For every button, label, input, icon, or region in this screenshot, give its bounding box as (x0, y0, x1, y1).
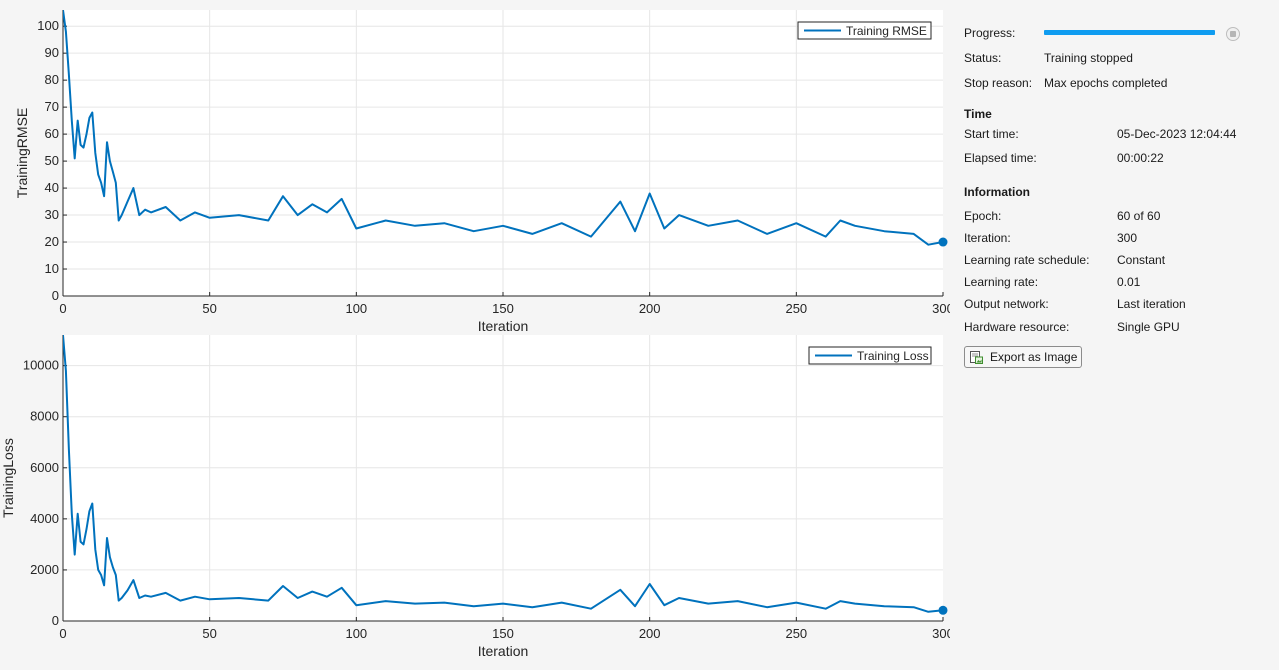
rmse-x-axis-label: Iteration (478, 318, 529, 334)
rmse-y-tick-label: 50 (45, 153, 59, 168)
loss-x-tick-label: 250 (785, 626, 807, 641)
rmse-series-end-marker (938, 237, 948, 247)
stop-reason-value: Max epochs completed (1044, 76, 1168, 90)
start-time-value: 05-Dec-2023 12:04:44 (1117, 127, 1237, 141)
rmse-y-tick-label: 80 (45, 72, 59, 87)
loss-x-tick-label: 100 (345, 626, 367, 641)
lr-schedule-value: Constant (1117, 253, 1166, 267)
stop-icon (1230, 31, 1236, 37)
loss-series-end-marker (938, 605, 948, 615)
rmse-x-tick-label: 50 (202, 301, 216, 316)
status-label: Status: (964, 51, 1002, 65)
progress-bar-fill (1044, 30, 1215, 35)
start-time-label: Start time: (964, 127, 1019, 141)
learning-rate-value: 0.01 (1117, 275, 1141, 289)
stop-reason-label: Stop reason: (964, 76, 1033, 90)
stop-training-button[interactable] (1226, 27, 1240, 41)
rmse-y-tick-label: 20 (45, 234, 59, 249)
loss-chart: 0 2000 4000 6000 8000 10000 0 50 100 150 200 250 300… (0, 335, 950, 659)
rmse-x-tick-label: 150 (492, 301, 514, 316)
output-network-value: Last iteration (1117, 297, 1186, 311)
hardware-resource-label: Hardware resource: (964, 320, 1070, 334)
rmse-y-tick-label: 70 (45, 99, 59, 114)
lr-schedule-label: Learning rate schedule: (964, 253, 1090, 267)
loss-x-tick-label: 200 (639, 626, 661, 641)
rmse-x-tick-label: 100 (345, 301, 367, 316)
info-panel: Progress: Status: Training stopped Stop … (964, 0, 1269, 670)
loss-y-tick-label: 0 (52, 613, 59, 628)
iteration-value: 300 (1117, 231, 1138, 245)
loss-y-tick-label: 4000 (30, 511, 59, 526)
learning-rate-label: Learning rate: (964, 275, 1039, 289)
output-network-label: Output network: (964, 297, 1049, 311)
loss-y-tick-label: 10000 (23, 358, 59, 373)
time-section-title: Time (964, 107, 992, 121)
rmse-x-tick-label: 0 (59, 301, 66, 316)
rmse-y-tick-label: 10 (45, 261, 59, 276)
rmse-y-axis-label: TrainingRMSE (14, 108, 30, 199)
loss-y-tick-label: 2000 (30, 562, 59, 577)
epoch-label: Epoch: (964, 209, 1002, 223)
loss-x-tick-label: 0 (59, 626, 66, 641)
plot-area: 0 10 20 30 40 50 60 70 80 90 100 0 50 100 150 200 250 300… (0, 0, 950, 670)
rmse-legend-label: Training RMSE (846, 24, 927, 38)
rmse-x-tick-label: 250 (785, 301, 807, 316)
progress-label: Progress: (964, 26, 1016, 40)
rmse-y-tick-label: 90 (45, 45, 59, 60)
elapsed-time-value: 00:00:22 (1117, 151, 1164, 165)
loss-x-axis-label: Iteration (478, 643, 529, 659)
rmse-y-tick-label: 0 (52, 288, 59, 303)
loss-y-tick-label: 8000 (30, 409, 59, 424)
export-as-image-button[interactable]: Export as Image (964, 346, 1082, 368)
elapsed-time-label: Elapsed time: (964, 151, 1037, 165)
rmse-y-tick-label: 100 (37, 18, 59, 33)
progress-bar (1044, 30, 1215, 35)
epoch-value: 60 of 60 (1117, 209, 1161, 223)
rmse-x-tick-label: 200 (639, 301, 661, 316)
loss-y-tick-label: 6000 (30, 460, 59, 475)
export-image-icon (970, 351, 983, 364)
hardware-resource-value: Single GPU (1117, 320, 1180, 334)
loss-x-tick-label: 300 (932, 626, 950, 641)
loss-x-tick-label: 50 (202, 626, 216, 641)
loss-legend-label: Training Loss (857, 349, 929, 363)
iteration-label: Iteration: (964, 231, 1011, 245)
export-as-image-label: Export as Image (990, 350, 1078, 364)
rmse-y-tick-label: 30 (45, 207, 59, 222)
loss-x-tick-label: 150 (492, 626, 514, 641)
rmse-chart: 0 10 20 30 40 50 60 70 80 90 100 0 50 100 150 200 250 300… (14, 10, 950, 334)
loss-y-axis-label: TrainingLoss (0, 438, 16, 518)
information-section-title: Information (964, 185, 1030, 199)
rmse-x-tick-label: 300 (932, 301, 950, 316)
rmse-y-tick-label: 60 (45, 126, 59, 141)
status-value: Training stopped (1044, 51, 1133, 65)
rmse-y-tick-label: 40 (45, 180, 59, 195)
